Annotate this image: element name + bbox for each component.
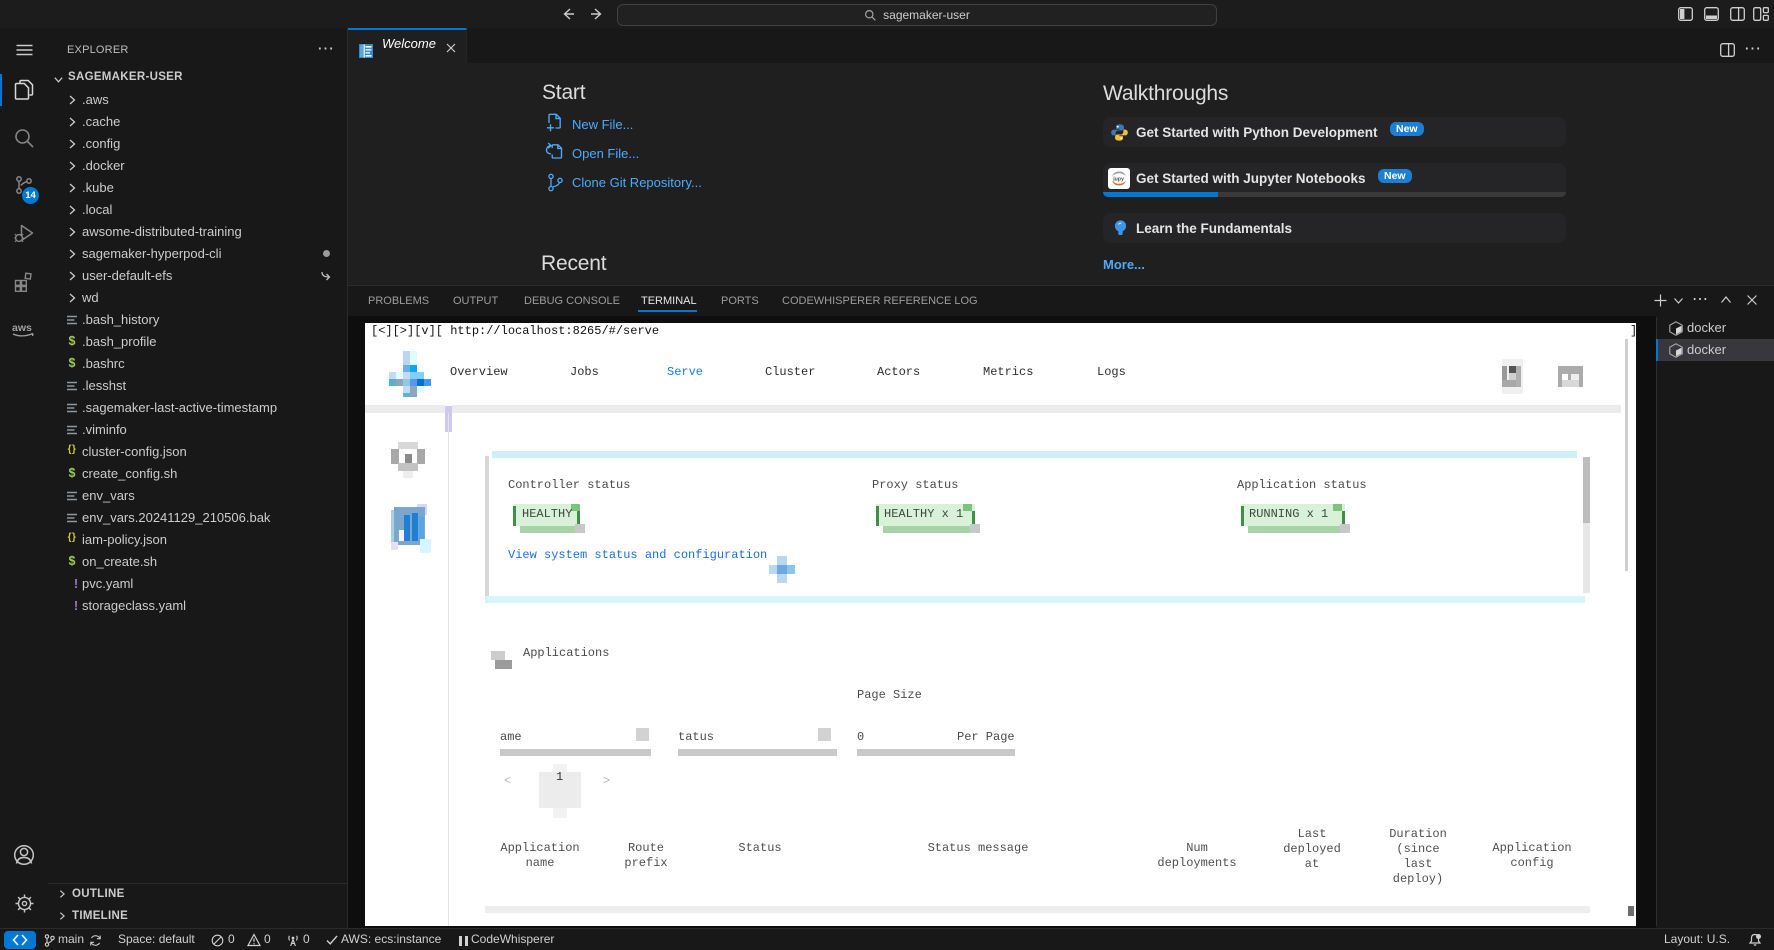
svg-text:aws: aws: [12, 322, 32, 334]
svg-text:jupy: jupy: [1112, 176, 1124, 182]
